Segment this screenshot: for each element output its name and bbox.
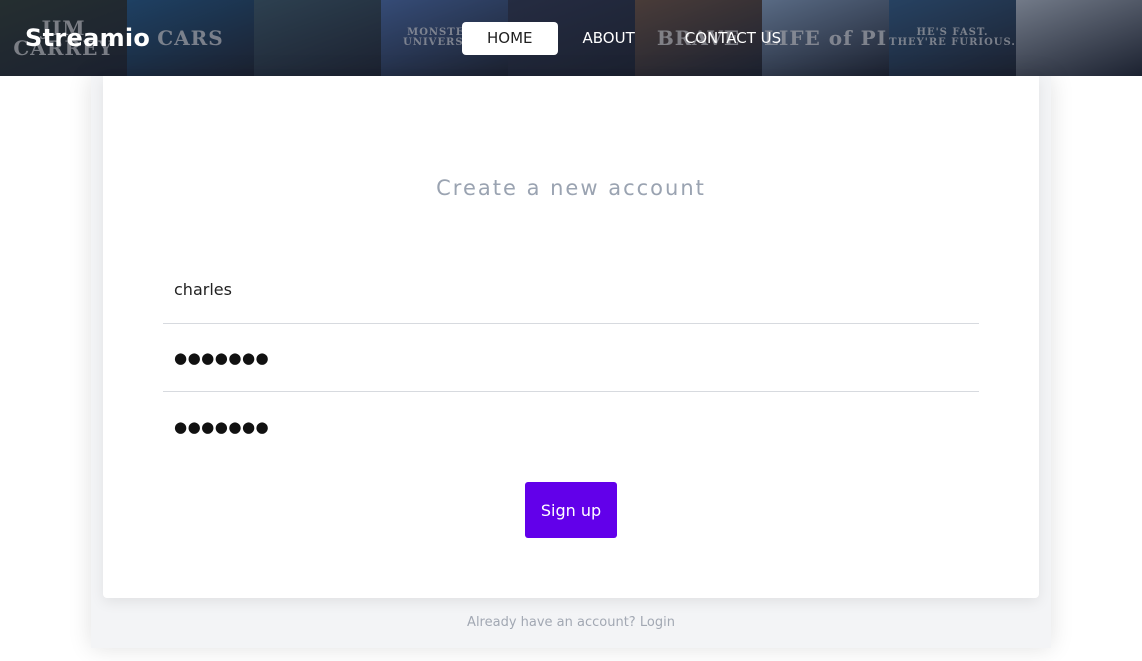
password-input[interactable]: ●●●●●●● bbox=[174, 349, 269, 367]
username-input[interactable] bbox=[174, 280, 979, 299]
main-nav: HOME ABOUT CONTACT US bbox=[462, 22, 806, 55]
sign-up-button[interactable]: Sign up bbox=[525, 482, 617, 538]
site-header: JIM CARREY CARS MONSTERS UNIVERSITY BRAVE LI… bbox=[0, 0, 1142, 76]
password-field[interactable]: ●●●●●●● bbox=[163, 324, 979, 392]
nav-home[interactable]: HOME bbox=[462, 22, 558, 55]
login-prompt: Already have an account? Login bbox=[91, 615, 1051, 630]
page-title: Create a new account bbox=[436, 176, 706, 200]
confirm-password-input[interactable]: ●●●●●●● bbox=[174, 418, 269, 436]
content-area: Create a new account ●●●●●●● ●●●●●●● Sig… bbox=[91, 76, 1051, 648]
login-prompt-text: Already have an account? bbox=[467, 615, 636, 630]
nav-contact-us[interactable]: CONTACT US bbox=[660, 22, 806, 55]
brand-logo[interactable]: Streamio bbox=[25, 24, 150, 52]
login-link[interactable]: Login bbox=[640, 615, 675, 630]
nav-about[interactable]: ABOUT bbox=[558, 22, 660, 55]
signup-card: Create a new account ●●●●●●● ●●●●●●● Sig… bbox=[103, 76, 1039, 598]
confirm-password-field[interactable]: ●●●●●●● bbox=[163, 393, 979, 461]
username-field[interactable] bbox=[163, 256, 979, 324]
